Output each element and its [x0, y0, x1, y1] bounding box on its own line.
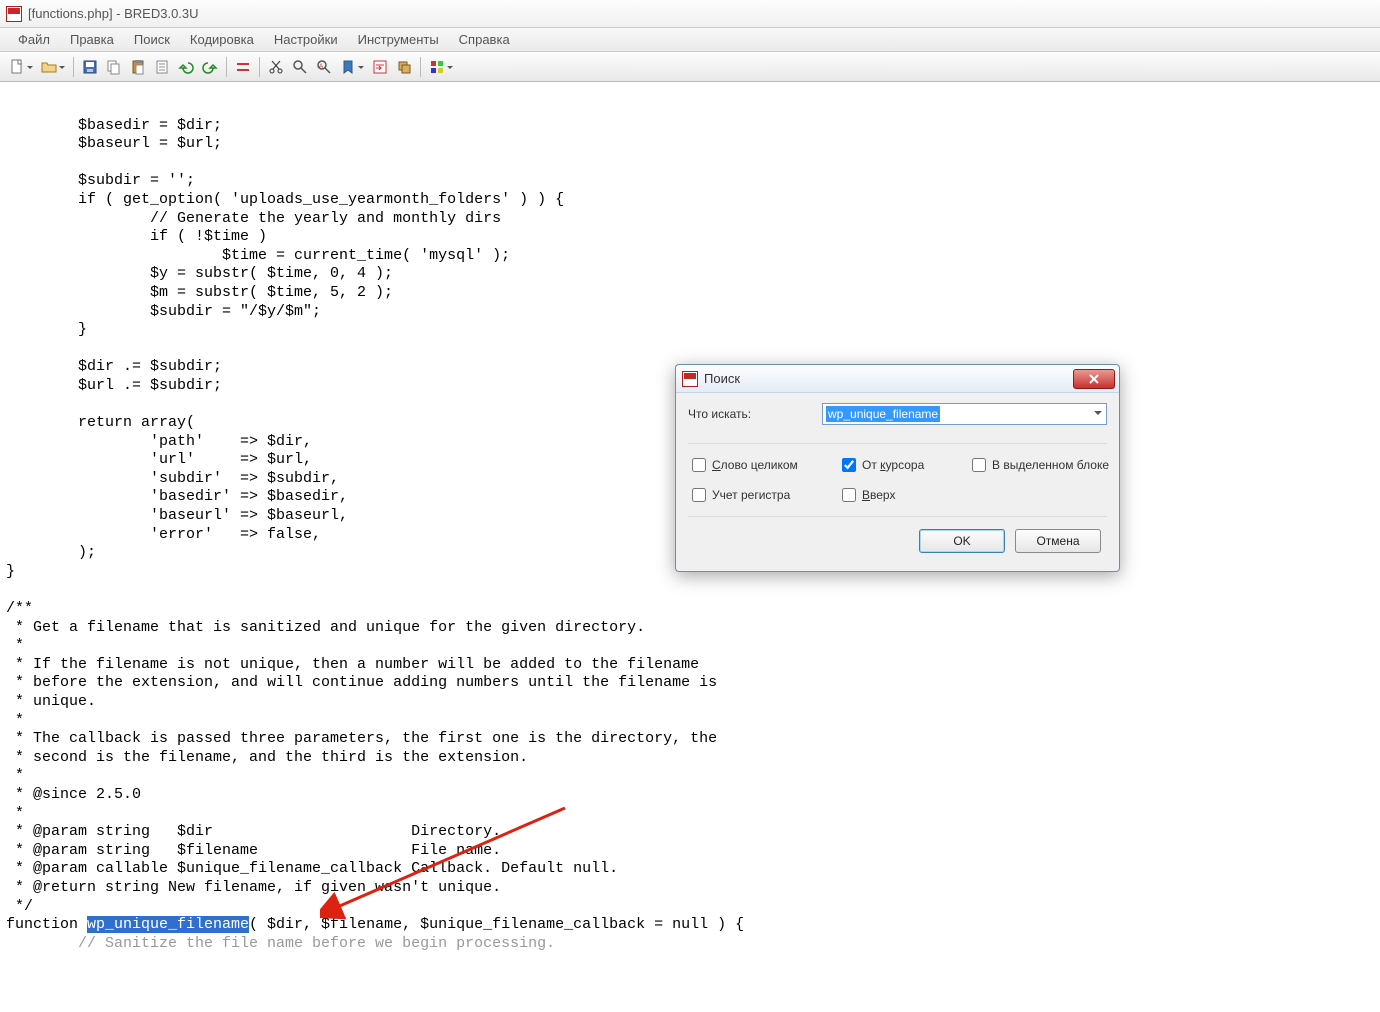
code-line: // Generate the yearly and monthly dirs — [6, 210, 501, 227]
code-line: if ( get_option( 'uploads_use_yearmonth_… — [6, 191, 564, 208]
ok-button[interactable]: OK — [919, 529, 1005, 553]
code-line: 'error' => false, — [6, 526, 321, 543]
dialog-close-button[interactable] — [1073, 369, 1115, 389]
code-line: * If the filename is not unique, then a … — [6, 656, 699, 673]
toolbar-separator — [73, 57, 74, 77]
toolbar: A — [0, 52, 1380, 82]
checkbox-up-input[interactable] — [842, 488, 856, 502]
code-line: * The callback is passed three parameter… — [6, 730, 717, 747]
copy-stack-button[interactable] — [393, 56, 415, 78]
checkbox-from-cursor[interactable]: От курсора — [842, 458, 972, 472]
menu-search[interactable]: Поиск — [124, 29, 180, 50]
code-line: * Get a filename that is sanitized and u… — [6, 619, 645, 636]
code-line: * @param string $filename File name. — [6, 842, 501, 859]
redo-button[interactable] — [199, 56, 221, 78]
menubar: Файл Правка Поиск Кодировка Настройки Ин… — [0, 28, 1380, 52]
notes-button[interactable] — [151, 56, 173, 78]
app-icon — [6, 6, 22, 22]
checkbox-in-selection[interactable]: В выделенном блоке — [972, 458, 1132, 472]
highlighted-match: wp_unique_filename — [87, 916, 249, 933]
code-line: $baseurl = $url; — [6, 135, 222, 152]
open-folder-button[interactable] — [38, 56, 60, 78]
toolbar-separator — [226, 57, 227, 77]
checkbox-from-cursor-input[interactable] — [842, 458, 856, 472]
checkbox-whole-word[interactable]: Слово целиком — [692, 458, 842, 472]
menu-encoding[interactable]: Кодировка — [180, 29, 264, 50]
code-line: * — [6, 767, 24, 784]
undo-button[interactable] — [175, 56, 197, 78]
code-line: * @return string New filename, if given … — [6, 879, 501, 896]
code-line: $subdir = ''; — [6, 172, 195, 189]
code-line: $url .= $subdir; — [6, 377, 222, 394]
code-line: * @since 2.5.0 — [6, 786, 141, 803]
code-line: * @param callable $unique_filename_callb… — [6, 860, 618, 877]
find-button[interactable] — [289, 56, 311, 78]
cut-button[interactable] — [232, 56, 254, 78]
wrap-button[interactable] — [369, 56, 391, 78]
code-line: * unique. — [6, 693, 96, 710]
menu-edit[interactable]: Правка — [60, 29, 124, 50]
code-line: * second is the filename, and the third … — [6, 749, 528, 766]
scissors-button[interactable] — [265, 56, 287, 78]
code-line: 'url' => $url, — [6, 451, 312, 468]
code-line: /** — [6, 600, 33, 617]
window-titlebar: [functions.php] - BRED3.0.3U — [0, 0, 1380, 28]
code-line: * — [6, 712, 24, 729]
search-what-label: Что искать: — [688, 407, 812, 421]
svg-text:A: A — [319, 64, 323, 70]
code-line: $y = substr( $time, 0, 4 ); — [6, 265, 393, 282]
checkbox-up[interactable]: Вверх — [842, 488, 972, 502]
new-file-button[interactable] — [6, 56, 28, 78]
code-line: function wp_unique_filename( $dir, $file… — [6, 916, 744, 933]
code-line: // Sanitize the file name before we begi… — [6, 935, 555, 952]
code-line: */ — [6, 898, 33, 915]
window-title: [functions.php] - BRED3.0.3U — [28, 6, 199, 21]
code-line: } — [6, 321, 87, 338]
code-line: ); — [6, 544, 96, 561]
code-line: 'basedir' => $basedir, — [6, 488, 348, 505]
code-line: 'subdir' => $subdir, — [6, 470, 339, 487]
bookmark-button[interactable] — [337, 56, 359, 78]
save-button[interactable] — [79, 56, 101, 78]
replace-button[interactable]: A — [313, 56, 335, 78]
code-line: return array( — [6, 414, 195, 431]
checkbox-whole-word-input[interactable] — [692, 458, 706, 472]
code-line: if ( !$time ) — [6, 228, 267, 245]
menu-file[interactable]: Файл — [8, 29, 60, 50]
code-line: * — [6, 637, 24, 654]
code-line: $basedir = $dir; — [6, 117, 222, 134]
menu-settings[interactable]: Настройки — [264, 29, 348, 50]
code-line: $dir .= $subdir; — [6, 358, 222, 375]
toolbar-separator — [259, 57, 260, 77]
menu-help[interactable]: Справка — [449, 29, 520, 50]
code-line: } — [6, 563, 15, 580]
palette-button[interactable] — [426, 56, 448, 78]
app-icon — [682, 371, 698, 387]
search-input-value: wp_unique_filename — [826, 406, 940, 422]
cancel-button[interactable]: Отмена — [1015, 529, 1101, 553]
menu-tools[interactable]: Инструменты — [348, 29, 449, 50]
checkbox-match-case[interactable]: Учет регистра — [692, 488, 842, 502]
code-line: $time = current_time( 'mysql' ); — [6, 247, 510, 264]
code-line: * before the extension, and will continu… — [6, 674, 717, 691]
dialog-titlebar[interactable]: Поиск — [676, 365, 1119, 393]
code-line: 'baseurl' => $baseurl, — [6, 507, 348, 524]
code-line: * @param string $dir Directory. — [6, 823, 501, 840]
search-dialog: Поиск Что искать: wp_unique_filename Сло… — [675, 364, 1120, 572]
copy-button[interactable] — [103, 56, 125, 78]
search-input[interactable]: wp_unique_filename — [822, 403, 1107, 425]
toolbar-separator — [420, 57, 421, 77]
code-line: $m = substr( $time, 5, 2 ); — [6, 284, 393, 301]
checkbox-in-selection-input[interactable] — [972, 458, 986, 472]
code-line: $subdir = "/$y/$m"; — [6, 303, 321, 320]
code-line: 'path' => $dir, — [6, 433, 312, 450]
paste-button[interactable] — [127, 56, 149, 78]
chevron-down-icon[interactable] — [1094, 411, 1102, 419]
checkbox-match-case-input[interactable] — [692, 488, 706, 502]
dialog-title: Поиск — [704, 371, 1073, 386]
code-line: * — [6, 805, 24, 822]
